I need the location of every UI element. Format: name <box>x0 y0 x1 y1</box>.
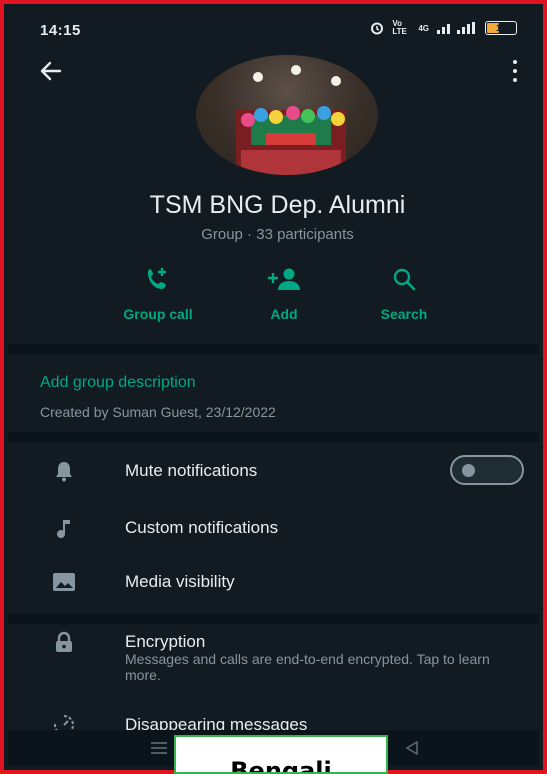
recent-apps-icon[interactable] <box>150 740 168 761</box>
back-arrow-icon[interactable] <box>38 58 64 84</box>
custom-notifications-label: Custom notifications <box>125 518 279 537</box>
alarm-icon <box>371 22 384 35</box>
network-gen-text: 4G <box>418 23 429 33</box>
network-type-text: Vo LTE <box>392 19 407 36</box>
custom-notifications-row[interactable]: Custom notifications <box>8 508 539 548</box>
section-divider <box>8 432 539 442</box>
battery-level: 18 <box>495 23 506 33</box>
phone-add-icon <box>148 268 166 289</box>
add-group-description-link[interactable]: Add group description <box>40 374 196 392</box>
status-icons: Vo LTE 4G 18 <box>370 20 517 36</box>
encryption-label: Encryption <box>125 632 206 651</box>
more-options-icon[interactable] <box>511 60 519 82</box>
group-avatar[interactable] <box>196 55 378 175</box>
signal-icon <box>437 22 475 34</box>
music-note-icon <box>57 520 70 539</box>
bell-icon <box>56 462 72 482</box>
lock-icon <box>56 631 72 652</box>
add-person-icon <box>268 268 300 290</box>
search-button[interactable]: Search <box>354 264 454 322</box>
image-icon <box>53 573 75 591</box>
language-text: Bengali <box>230 757 332 774</box>
group-name: TSM BNG Dep. Alumni <box>149 191 406 219</box>
group-info-screen: 14:15 Vo LTE 4G 18 TSM BNG Dep. Alumni G… <box>8 8 539 766</box>
media-visibility-row[interactable]: Media visibility <box>8 562 539 602</box>
language-label: Bengali <box>174 735 388 774</box>
screenshot-frame: 14:15 Vo LTE 4G 18 TSM BNG Dep. Alumni G… <box>0 0 547 774</box>
section-divider <box>8 344 539 354</box>
nav-back-icon[interactable] <box>404 740 420 761</box>
group-call-button[interactable]: Group call <box>108 264 208 322</box>
status-time: 14:15 <box>40 22 81 39</box>
encryption-description: Messages and calls are end-to-end encryp… <box>125 651 490 683</box>
group-call-label: Group call <box>123 306 193 322</box>
search-label: Search <box>380 306 428 322</box>
mute-notifications-label: Mute notifications <box>125 461 258 480</box>
add-label: Add <box>270 306 298 322</box>
mute-notifications-toggle[interactable] <box>450 455 524 485</box>
media-visibility-label: Media visibility <box>125 572 235 591</box>
add-participant-button[interactable]: Add <box>234 264 334 322</box>
search-icon <box>393 268 416 291</box>
created-by-text: Created by Suman Guest, 23/12/2022 <box>40 404 276 420</box>
group-participants: Group · 33 participants <box>201 226 354 243</box>
battery-icon: 18 <box>485 21 517 35</box>
status-bar: 14:15 Vo LTE 4G 18 <box>8 8 539 44</box>
